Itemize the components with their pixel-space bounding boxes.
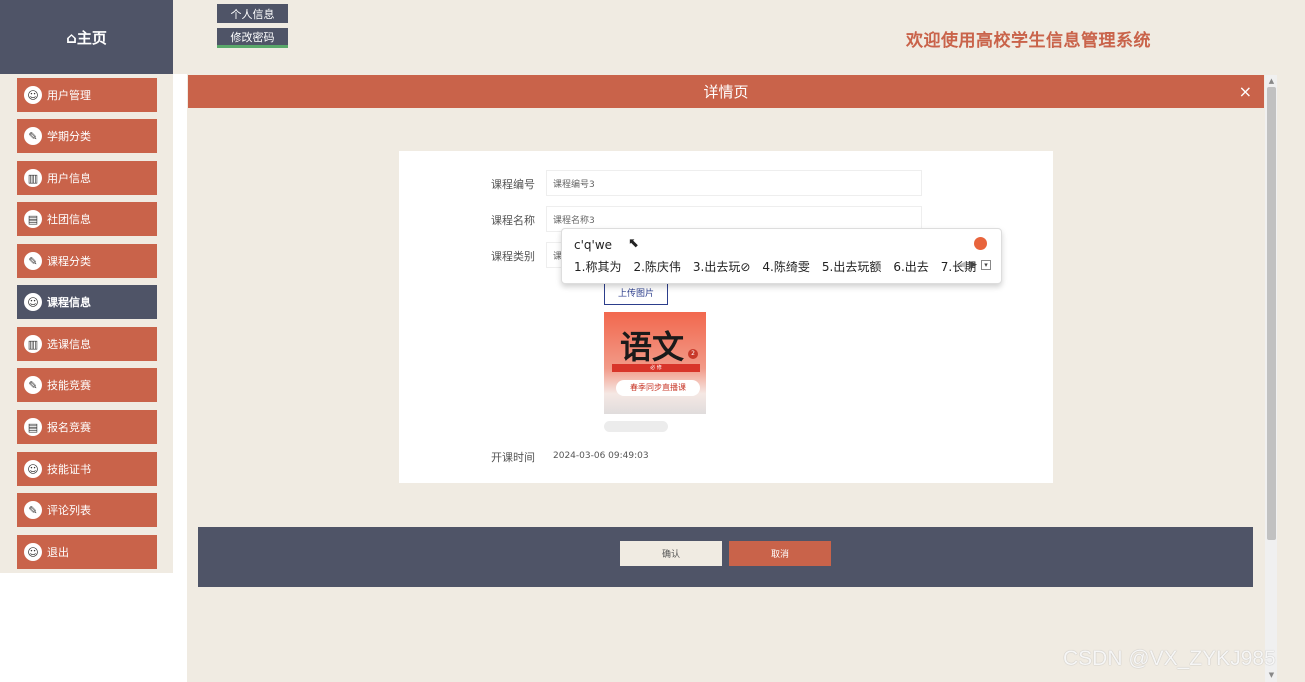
sidebar-item[interactable]: ☺ 退出	[17, 535, 157, 569]
sidebar-item-label: 评论列表	[47, 504, 91, 517]
sidebar-item-label: 课程分类	[47, 255, 91, 268]
user-manage-icon: ☺	[24, 460, 42, 478]
sidebar-item-label: 技能证书	[47, 463, 91, 476]
sidebar-item[interactable]: ▥ 选课信息	[17, 327, 157, 361]
ime-candidate[interactable]: 3.出去玩⊘	[693, 258, 751, 275]
close-icon[interactable]: ×	[1239, 82, 1252, 101]
cancel-button[interactable]: 取消	[729, 541, 831, 566]
sidebar-item-label: 用户管理	[47, 89, 91, 102]
sidebar-item[interactable]: ✎ 技能竞赛	[17, 368, 157, 402]
ime-composition-text: c'q'we	[574, 238, 613, 252]
sidebar-item[interactable]: ✎ 学期分类	[17, 119, 157, 153]
ime-logo-icon[interactable]	[974, 237, 987, 250]
ime-candidate[interactable]: 5.出去玩额	[822, 258, 881, 275]
detail-title: 详情页	[703, 83, 749, 101]
course-name-label: 课程名称	[491, 214, 535, 227]
sidebar-item-label: 用户信息	[47, 172, 91, 185]
ime-expand-icon[interactable]: ▾	[981, 260, 991, 270]
sidebar-item-label: 技能竞赛	[47, 379, 91, 392]
scroll-down-icon[interactable]: ▼	[1267, 671, 1276, 679]
sidebar-item-label: 课程信息	[47, 296, 91, 309]
clipboard-icon: ▤	[24, 210, 42, 228]
cover-title: 语文	[620, 328, 685, 366]
ime-candidate-list: 1.称其为 2.陈庆伟 3.出去玩⊘ 4.陈绮雯 5.出去玩额 6.出去 7.长期	[574, 258, 988, 275]
user-manage-icon: ☺	[24, 293, 42, 311]
site-title: 欢迎使用高校学生信息管理系统	[906, 31, 1151, 51]
start-time-label: 开课时间	[491, 451, 535, 464]
sidebar-item[interactable]: ✎ 课程分类	[17, 244, 157, 278]
change-password-button[interactable]: 修改密码	[217, 28, 288, 48]
cover-badge: 2	[688, 349, 698, 359]
edit-icon: ✎	[24, 376, 42, 394]
sidebar-item[interactable]: ☺ 用户管理	[17, 78, 157, 112]
course-no-field[interactable]: 课程编号3	[546, 170, 922, 196]
user-manage-icon: ☺	[24, 543, 42, 561]
clipboard-icon: ▤	[24, 418, 42, 436]
start-time-value: 2024-03-06 09:49:03	[553, 451, 649, 461]
edit-icon: ✎	[24, 252, 42, 270]
home-link[interactable]: ⌂主页	[0, 0, 173, 74]
sidebar-item-label: 退出	[47, 546, 69, 559]
sidebar-item-label: 学期分类	[47, 130, 91, 143]
course-cover-image: 语文 2 必 修 春季同步直播课	[604, 312, 706, 414]
cover-subtitle: 必 修	[612, 364, 700, 372]
watermark: CSDN @VX_ZYKJ985	[1063, 647, 1276, 670]
footer-action-bar	[198, 527, 1253, 587]
chart-icon: ▥	[24, 335, 42, 353]
sidebar-item-label: 报名竞赛	[47, 421, 91, 434]
ime-candidate[interactable]: 2.陈庆伟	[633, 258, 680, 275]
scrollbar-thumb[interactable]	[1267, 87, 1276, 540]
profile-button[interactable]: 个人信息	[217, 4, 288, 23]
detail-form: 课程编号 课程编号3 课程名称 课程名称3 课程类别 课 上传图片 语文 2 必…	[399, 151, 1053, 483]
image-remove-button[interactable]	[604, 421, 668, 432]
ime-prev-icon[interactable]: ◀	[959, 260, 966, 270]
sidebar-item[interactable]: ▤ 报名竞赛	[17, 410, 157, 444]
sidebar-item-label: 选课信息	[47, 338, 91, 351]
detail-header: 详情页 ×	[188, 75, 1264, 108]
ime-page-nav: ◀ ▶ ▾	[955, 260, 991, 270]
ime-candidate[interactable]: 6.出去	[893, 258, 928, 275]
course-no-label: 课程编号	[491, 178, 535, 191]
mouse-cursor-icon: ⬉	[628, 236, 639, 251]
sidebar-item[interactable]: ▤ 社团信息	[17, 202, 157, 236]
course-type-label: 课程类别	[491, 250, 535, 263]
user-manage-icon: ☺	[24, 86, 42, 104]
confirm-button[interactable]: 确认	[620, 541, 722, 566]
chart-icon: ▥	[24, 169, 42, 187]
ime-next-icon[interactable]: ▶	[970, 260, 977, 270]
ime-candidate[interactable]: 1.称其为	[574, 258, 621, 275]
ime-candidate[interactable]: 4.陈绮雯	[762, 258, 809, 275]
scroll-up-icon[interactable]: ▲	[1267, 77, 1276, 85]
sidebar-item[interactable]: ☺ 技能证书	[17, 452, 157, 486]
edit-icon: ✎	[24, 501, 42, 519]
edit-icon: ✎	[24, 127, 42, 145]
cover-tag: 春季同步直播课	[616, 380, 700, 396]
sidebar-item-label: 社团信息	[47, 213, 91, 226]
content-gutter	[173, 74, 187, 682]
sidebar-item[interactable]: ✎ 评论列表	[17, 493, 157, 527]
sidebar-item[interactable]: ▥ 用户信息	[17, 161, 157, 195]
sidebar-item[interactable]: ☺ 课程信息	[17, 285, 157, 319]
